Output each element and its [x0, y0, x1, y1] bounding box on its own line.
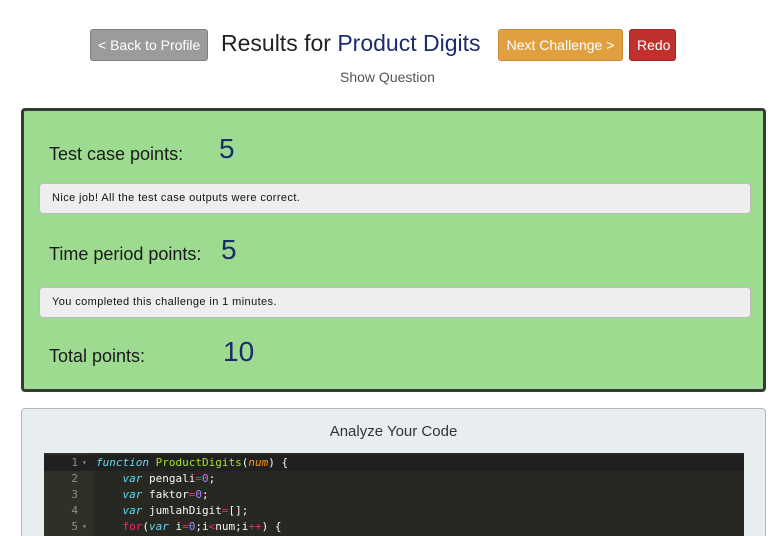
line-number: 3	[71, 488, 78, 501]
keyword: var	[122, 504, 143, 517]
redo-button[interactable]: Redo	[629, 29, 676, 61]
results-panel: Test case points: 5 Nice job! All the te…	[21, 108, 766, 392]
line-number: 2	[71, 472, 78, 485]
number-literal: 0	[195, 488, 202, 501]
show-question-link[interactable]: Show Question	[0, 69, 775, 85]
code-line: 1 ▾ function ProductDigits(num) {	[44, 455, 744, 471]
analyze-title: Analyze Your Code	[329, 423, 458, 440]
variable-name: jumlahDigit	[149, 504, 222, 517]
keyword: var	[122, 472, 143, 485]
results-header: < Back to Profile Results for Product Di…	[0, 28, 775, 62]
title-prefix: Results for	[221, 30, 338, 56]
variable-name: pengali	[149, 472, 196, 485]
keyword: var	[122, 488, 143, 501]
test-case-points-label: Test case points:	[49, 144, 184, 164]
time-period-message: You completed this challenge in 1 minute…	[39, 287, 751, 318]
back-to-profile-button[interactable]: < Back to Profile	[90, 29, 208, 61]
function-name: ProductDigits	[155, 456, 242, 469]
line-number: 1	[71, 456, 78, 469]
code-text: ) {	[261, 520, 282, 533]
analyze-code-panel: Analyze Your Code 1 ▾ function ProductDi…	[21, 408, 766, 536]
code-text: num;i	[215, 520, 249, 533]
challenge-name: Product Digits	[337, 30, 481, 56]
test-case-message: Nice job! All the test case outputs were…	[39, 183, 751, 214]
time-period-points-label: Time period points:	[49, 244, 202, 264]
code-editor[interactable]: 1 ▾ function ProductDigits(num) { 2 var …	[44, 453, 744, 536]
line-number: 4	[71, 504, 78, 517]
time-period-points-value: 5	[221, 234, 237, 265]
keyword: for	[122, 520, 143, 533]
next-challenge-button[interactable]: Next Challenge >	[498, 29, 623, 61]
operator: ++	[248, 520, 262, 533]
test-case-points-value: 5	[219, 133, 235, 164]
number-literal: 0	[201, 472, 209, 485]
total-points-value: 10	[223, 336, 255, 367]
fold-arrow-icon[interactable]: ▾	[82, 519, 87, 535]
code-line: 3 var faktor=0;	[44, 487, 744, 503]
variable-name: i	[202, 520, 209, 533]
page-title: Results for Product Digits	[221, 29, 481, 57]
number-literal: 0	[188, 520, 196, 533]
keyword: function	[96, 456, 149, 469]
code-line: 4 var jumlahDigit=[];	[44, 503, 744, 519]
code-text: [];	[228, 504, 249, 517]
total-points-label: Total points:	[49, 346, 146, 366]
variable-name: faktor	[149, 488, 189, 501]
parameter: num	[248, 456, 269, 469]
code-line: 2 var pengali=0;	[44, 471, 744, 487]
keyword: var	[149, 520, 169, 533]
line-number: 5	[71, 520, 78, 533]
fold-arrow-icon[interactable]: ▾	[82, 455, 87, 471]
code-line: 5 ▾ for(var i=0;i<num;i++) {	[44, 519, 744, 535]
